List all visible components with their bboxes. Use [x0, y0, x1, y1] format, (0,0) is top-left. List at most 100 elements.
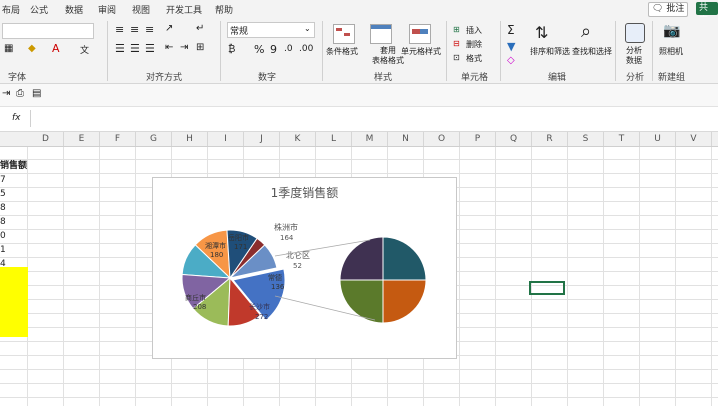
- percent-icon[interactable]: %: [254, 43, 264, 56]
- secondary-pie-slice-0[interactable]: [382, 236, 427, 281]
- cell[interactable]: 0: [0, 229, 28, 243]
- separator: [107, 21, 108, 81]
- value-changsha: 272: [255, 313, 268, 321]
- column-header-j[interactable]: J: [244, 132, 280, 146]
- cell[interactable]: 8: [0, 215, 28, 229]
- column-header-u[interactable]: U: [640, 132, 676, 146]
- cell[interactable]: 5: [0, 187, 28, 201]
- indent-icon[interactable]: ⇤: [165, 42, 173, 53]
- outdent-icon[interactable]: ⇥: [180, 42, 188, 53]
- camera-icon[interactable]: 📷: [663, 23, 680, 39]
- column-header-m[interactable]: M: [352, 132, 388, 146]
- number-format-dropdown[interactable]: 常规 ⌄: [227, 22, 315, 38]
- format-button[interactable]: 格式: [466, 53, 482, 64]
- edit-group-label: 编辑: [548, 73, 567, 83]
- sort-filter-icon[interactable]: ⇅: [535, 23, 548, 42]
- align-top-icon[interactable]: ≡: [115, 23, 124, 36]
- insert-button[interactable]: 插入: [466, 25, 482, 36]
- column-header-e[interactable]: E: [64, 132, 100, 146]
- analyze-data-icon[interactable]: [625, 23, 645, 43]
- secondary-pie-slice-3[interactable]: [339, 236, 384, 281]
- column-header-d[interactable]: D: [28, 132, 64, 146]
- column-header-t[interactable]: T: [604, 132, 640, 146]
- font-group-label: 字体: [8, 73, 27, 83]
- search-icon[interactable]: ⌕: [581, 21, 591, 42]
- increase-decimal-icon[interactable]: .0: [284, 44, 293, 54]
- fill-color-icon[interactable]: ◆: [28, 43, 36, 54]
- column-header-r[interactable]: R: [532, 132, 568, 146]
- table-format-button[interactable]: 套用 表格格式: [372, 46, 404, 66]
- menu-data[interactable]: 数据: [65, 3, 83, 16]
- font-size-box[interactable]: [2, 23, 94, 39]
- pie-of-pie-chart[interactable]: 1季度销售额 株洲市 164 北仑区 52 常德 136 长沙市 272 商丘市…: [152, 177, 457, 359]
- column-header-l[interactable]: L: [316, 132, 352, 146]
- align-right-icon[interactable]: ☰: [145, 42, 155, 55]
- comment-button[interactable]: 🗨 批注: [648, 2, 689, 17]
- delete-button[interactable]: 删除: [466, 39, 482, 50]
- menu-review[interactable]: 审阅: [98, 3, 116, 16]
- align-center-icon[interactable]: ☰: [130, 42, 140, 55]
- delete-icon[interactable]: ⊟: [453, 39, 460, 48]
- formula-input[interactable]: [30, 110, 717, 127]
- column-header-s[interactable]: S: [568, 132, 604, 146]
- chevron-down-icon: ⌄: [304, 24, 311, 33]
- conditional-format-button[interactable]: 条件格式: [326, 46, 358, 57]
- menu-layout[interactable]: 布局: [2, 3, 20, 16]
- column-header-p[interactable]: P: [460, 132, 496, 146]
- number-format-value: 常规: [230, 27, 249, 37]
- merge-icon[interactable]: ⊞: [196, 42, 204, 53]
- print-icon[interactable]: ⎙: [16, 88, 24, 99]
- column-header-n[interactable]: N: [388, 132, 424, 146]
- column-header-o[interactable]: O: [424, 132, 460, 146]
- column-header-i[interactable]: I: [208, 132, 244, 146]
- find-select-button[interactable]: 查找和选择: [572, 46, 612, 57]
- decrease-decimal-icon[interactable]: .00: [299, 44, 313, 54]
- align-left-icon[interactable]: ☰: [115, 42, 125, 55]
- column-header-h[interactable]: H: [172, 132, 208, 146]
- cell[interactable]: 1: [0, 243, 28, 257]
- separator: [652, 21, 653, 81]
- cell[interactable]: 7: [0, 173, 28, 187]
- clear-icon[interactable]: ◇: [507, 55, 515, 66]
- insert-icon[interactable]: ⊞: [453, 25, 460, 34]
- cell-header[interactable]: 销售额: [0, 159, 28, 173]
- column-header-f[interactable]: F: [100, 132, 136, 146]
- page-icon[interactable]: ▤: [32, 88, 41, 99]
- currency-icon[interactable]: ₿: [228, 44, 235, 55]
- column-header-k[interactable]: K: [280, 132, 316, 146]
- autosum-icon[interactable]: Σ: [507, 23, 515, 37]
- font-color-icon[interactable]: A: [52, 42, 60, 55]
- cell[interactable]: 4: [0, 257, 28, 271]
- format-icon[interactable]: ⊡: [453, 53, 460, 62]
- wrap-text-icon[interactable]: ↵: [196, 23, 204, 34]
- align-middle-icon[interactable]: ≡: [130, 23, 139, 36]
- share-button[interactable]: 共享: [696, 2, 718, 26]
- column-header-v[interactable]: V: [676, 132, 712, 146]
- cell-style-icon[interactable]: [409, 24, 431, 44]
- camera-button[interactable]: 照相机: [659, 46, 683, 57]
- comma-icon[interactable]: 9: [270, 43, 277, 56]
- table-format-icon[interactable]: [370, 24, 392, 44]
- selected-cell[interactable]: [529, 281, 565, 295]
- menu-view[interactable]: 视图: [132, 3, 150, 16]
- separator: [615, 21, 616, 81]
- orientation-icon[interactable]: ↗: [165, 23, 173, 34]
- phonetic-icon[interactable]: 文: [80, 43, 89, 56]
- conditional-format-icon[interactable]: [333, 24, 355, 44]
- comment-label: 批注: [666, 4, 685, 14]
- cell-style-button[interactable]: 单元格样式: [401, 46, 441, 57]
- menu-help[interactable]: 帮助: [215, 3, 233, 16]
- fill-icon[interactable]: ▼: [507, 40, 515, 53]
- border-icon[interactable]: ▦: [4, 43, 13, 54]
- column-header-q[interactable]: Q: [496, 132, 532, 146]
- format-painter-icon[interactable]: ⇥: [2, 88, 10, 99]
- fx-icon[interactable]: fx: [12, 113, 21, 123]
- cell[interactable]: 8: [0, 201, 28, 215]
- align-bottom-icon[interactable]: ≡: [145, 23, 154, 36]
- secondary-pie-slice-1[interactable]: [382, 279, 427, 324]
- menu-formulas[interactable]: 公式: [30, 3, 48, 16]
- menu-developer[interactable]: 开发工具: [166, 3, 202, 16]
- column-header-g[interactable]: G: [136, 132, 172, 146]
- sort-filter-button[interactable]: 排序和筛选: [530, 46, 570, 57]
- analyze-data-button[interactable]: 分析 数据: [626, 46, 642, 66]
